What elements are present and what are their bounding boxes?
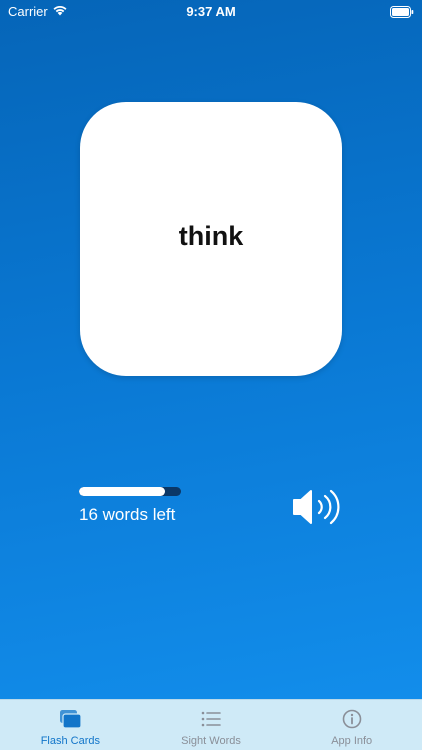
tab-app-info[interactable]: App Info [281, 700, 422, 750]
flash-card[interactable]: think [80, 102, 342, 376]
card-word: think [178, 220, 244, 251]
cards-icon [58, 708, 82, 730]
tab-flash-cards[interactable]: Flash Cards [0, 700, 141, 750]
tab-label: App Info [331, 735, 373, 747]
status-bar: Carrier 9:37 AM [0, 0, 422, 22]
info-icon [340, 708, 364, 730]
battery-icon [390, 5, 414, 23]
progress-fill [79, 487, 165, 496]
status-time: 9:37 AM [186, 4, 236, 19]
speaker-button[interactable] [292, 486, 346, 528]
progress-bar [79, 487, 181, 496]
list-icon [199, 708, 223, 730]
tab-label: Sight Words [181, 735, 241, 747]
tab-bar: Flash Cards Sight Words App Info [0, 699, 422, 750]
speaker-icon [293, 489, 340, 525]
tab-label: Flash Cards [40, 735, 100, 747]
words-left-label: 16 words left [79, 505, 176, 524]
tab-sight-words[interactable]: Sight Words [141, 700, 282, 750]
